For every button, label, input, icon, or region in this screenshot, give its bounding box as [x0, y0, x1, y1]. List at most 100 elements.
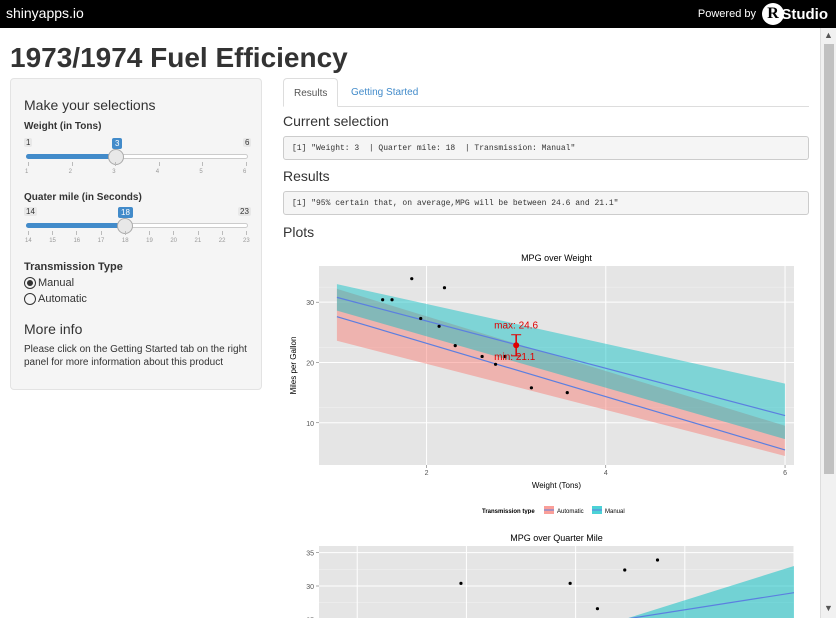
y-tick-label: 10 [306, 421, 314, 428]
slider-tick-label: 23 [243, 238, 250, 244]
y-tick-label: 30 [306, 584, 314, 591]
main-tabs: Results Getting Started [283, 78, 809, 107]
legend-label-automatic: Automatic [557, 509, 584, 514]
data-point [442, 286, 447, 290]
page-title: 1973/1974 Fuel Efficiency [10, 42, 348, 73]
x-axis-label: Weight (Tons) [532, 481, 582, 490]
slider-tick-label: 18 [121, 238, 129, 244]
slider-tick [173, 231, 175, 235]
page-scrollbar[interactable]: ▲ ▼ [820, 28, 836, 618]
chart-title: MPG over Quarter Mile [510, 533, 603, 543]
weight-min-label: 1 [24, 138, 33, 147]
chart-title: MPG over Weight [521, 253, 592, 263]
data-point [453, 344, 457, 348]
more-info-text: Please click on the Getting Started tab … [24, 344, 247, 368]
radio-automatic[interactable]: Automatic [24, 293, 87, 306]
mpg-weight-plot: MPG over Weight max: 24.6 min: 21.1 10 20 30 2… [284, 252, 802, 514]
data-point [390, 298, 394, 302]
transmission-label: Transmission Type [24, 261, 123, 273]
slider-tick-label: 5 [199, 169, 203, 175]
slider-tick [197, 231, 199, 235]
slider-tick [246, 231, 247, 235]
slider-tick-label: 16 [73, 238, 81, 244]
powered-by-label: Powered by [697, 8, 756, 20]
data-point [410, 277, 414, 281]
radio-manual[interactable]: Manual [24, 277, 75, 290]
results-heading: Results [283, 168, 330, 184]
slider-tick [115, 162, 117, 166]
slider-tick [124, 231, 126, 235]
studio-logo[interactable]: Studio [781, 6, 828, 23]
slider-tick [221, 231, 223, 235]
x-tick-label: 2 [425, 470, 429, 477]
mpg-quarter-plot: MPG over Quarter Mile253035 [284, 532, 802, 618]
quarter-min-label: 14 [24, 207, 37, 216]
data-point [529, 386, 534, 390]
slider-tick [149, 231, 151, 235]
y-axis-label: Miles per Gallon [289, 337, 298, 395]
legend-title: Transmission type [482, 509, 535, 514]
y-tick-label: 35 [306, 551, 314, 558]
weight-slider-label: Weight (in Tons) [24, 121, 102, 132]
data-point [565, 391, 569, 395]
tab-results[interactable]: Results [283, 78, 339, 107]
slider-tick-label: 22 [218, 238, 226, 244]
radio-automatic-dot[interactable] [24, 293, 36, 306]
slider-tick-label: 21 [194, 238, 202, 244]
ci-max-label: max: 24.6 [494, 321, 538, 332]
scroll-thumb[interactable] [824, 44, 834, 474]
slider-tick-label: 6 [243, 169, 247, 175]
data-point [655, 558, 660, 562]
slider-tick [246, 162, 247, 166]
data-point [623, 568, 627, 572]
brand-label[interactable]: shinyapps.io [6, 5, 84, 21]
x-tick-label: 4 [604, 470, 608, 477]
data-point [595, 607, 600, 611]
slider-tick [202, 162, 204, 166]
slider-tick-label: 1 [25, 169, 29, 175]
selections-heading: Make your selections [24, 97, 156, 113]
slider-tick [28, 231, 29, 235]
weight-value-bubble: 3 [112, 138, 123, 149]
data-point [437, 324, 441, 328]
slider-tick [71, 162, 73, 166]
top-bar: shinyapps.io Powered by R Studio [0, 0, 836, 28]
slider-tick-label: 19 [146, 238, 153, 244]
slider-tick-label: 15 [49, 238, 56, 244]
data-point [459, 581, 463, 585]
legend-label-manual: Manual [605, 509, 625, 514]
more-info-heading: More info [24, 321, 83, 337]
data-point [568, 581, 572, 585]
slider-tick [158, 162, 160, 166]
slider-tick-label: 4 [155, 169, 160, 175]
results-output: [1] "95% certain that, on average,MPG wi… [283, 191, 809, 215]
ci-center-point [513, 342, 520, 349]
quarter-max-label: 23 [238, 207, 251, 216]
data-point [381, 298, 385, 302]
sidebar-panel: Make your selections Weight (in Tons) 1 … [10, 78, 262, 390]
tab-getting-started[interactable]: Getting Started [341, 78, 428, 107]
slider-tick [76, 231, 78, 235]
quarter-value-bubble: 18 [118, 207, 133, 218]
scroll-up-icon[interactable]: ▲ [824, 30, 833, 40]
radio-manual-dot[interactable] [24, 277, 36, 290]
x-tick-label: 6 [783, 470, 787, 477]
scroll-down-icon[interactable]: ▼ [824, 603, 833, 613]
data-point [493, 362, 498, 366]
quarter-slider-label: Quater mile (in Seconds) [24, 192, 142, 203]
slider-tick [52, 231, 54, 235]
data-point [480, 354, 484, 359]
weight-slider-fill [26, 154, 116, 159]
radio-manual-label: Manual [38, 277, 75, 289]
slider-tick-label: 2 [68, 169, 72, 175]
ci-min-label: min: 21.1 [494, 352, 536, 363]
slider-tick-label: 3 [112, 169, 116, 175]
slider-tick-label: 17 [97, 238, 105, 244]
y-tick-label: 20 [306, 360, 314, 367]
radio-automatic-label: Automatic [38, 293, 87, 305]
data-point [419, 316, 423, 321]
weight-max-label: 6 [243, 138, 252, 147]
plots-heading: Plots [283, 224, 315, 240]
y-tick-label: 30 [306, 300, 314, 307]
slider-tick [100, 231, 102, 235]
